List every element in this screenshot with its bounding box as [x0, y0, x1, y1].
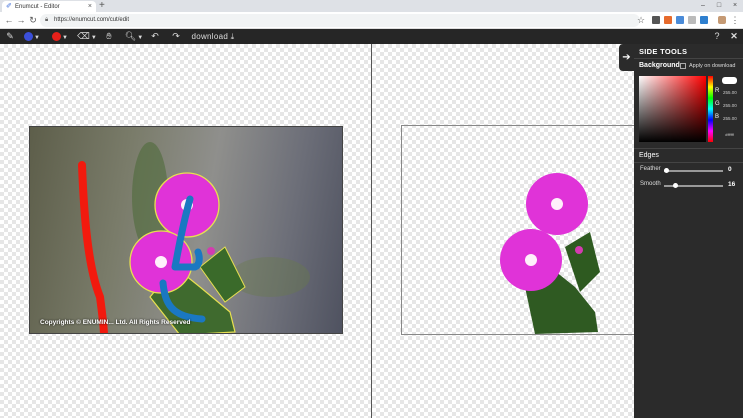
browser-menu-icon[interactable]: ⋮ — [729, 14, 741, 26]
smooth-slider[interactable] — [664, 183, 723, 188]
green-label: G — [715, 101, 720, 107]
blue-label: B — [715, 114, 720, 120]
feather-value: 0 — [728, 166, 732, 173]
new-tab-button[interactable]: + — [99, 0, 105, 12]
divider — [634, 162, 743, 163]
browser-tab[interactable]: ✐ Enumcut - Editor × — [2, 1, 96, 12]
cutout-result-image — [500, 173, 600, 334]
zoom-button[interactable]: 🔍︎▼ — [124, 29, 144, 44]
lock-icon: 🔒︎ — [45, 17, 49, 23]
extension-icon[interactable] — [688, 16, 696, 24]
source-image-canvas[interactable]: Copyrights © ENUMIN... Ltd. All Rights R… — [29, 126, 343, 334]
reload-icon[interactable]: ↻ — [27, 14, 39, 26]
copyright-watermark: Copyrights © ENUMIN... Ltd. All Rights R… — [40, 319, 191, 326]
tab-close-icon[interactable]: × — [88, 3, 92, 10]
green-value-input[interactable]: 255.00 — [723, 103, 737, 108]
back-arrow-icon[interactable]: ← — [3, 14, 15, 26]
hue-slider[interactable] — [708, 76, 713, 142]
edges-label: Edges — [639, 152, 659, 159]
brush-color-dot — [24, 32, 34, 42]
side-tools-title: SIDE TOOLS — [639, 47, 688, 56]
remove-stroke — [78, 161, 108, 333]
split-divider[interactable] — [371, 44, 372, 418]
canvas-workspace[interactable]: Copyrights © ENUMIN... Ltd. All Rights R… — [0, 44, 634, 418]
hand-pan-icon[interactable]: ✋︎ — [103, 29, 115, 44]
extension-icon[interactable] — [664, 16, 672, 24]
download-label: download — [191, 32, 229, 41]
smooth-label: Smooth — [640, 181, 661, 187]
extension-icon[interactable] — [652, 16, 660, 24]
extension-icon[interactable] — [676, 16, 684, 24]
maximize-button[interactable]: □ — [711, 0, 727, 12]
feather-label: Feather — [640, 166, 661, 172]
redo-icon[interactable]: ↷ — [170, 29, 182, 44]
smooth-slider-knob[interactable] — [673, 183, 678, 188]
remove-brush-button[interactable]: ▼ — [49, 29, 71, 44]
close-window-button[interactable]: × — [727, 0, 743, 12]
download-icon: ⤓ — [230, 32, 235, 41]
extension-icon[interactable] — [700, 16, 708, 24]
close-editor-icon[interactable]: ✕ — [728, 29, 740, 44]
source-image-drawing — [78, 142, 310, 333]
help-icon[interactable]: ? — [711, 29, 723, 44]
red-label: R — [715, 88, 720, 94]
editor-toolbar: ✎ ▼ ▼ ⌫▼ ✋︎ 🔍︎▼ ↶ ↷ download ⤓ ? ✕ — [0, 29, 743, 44]
marker-color-dot — [52, 32, 62, 42]
background-color-swatch[interactable] — [722, 77, 737, 84]
feather-slider[interactable] — [664, 168, 723, 173]
side-panel-toggle-arrow-icon[interactable]: ➔ — [619, 44, 634, 71]
divider — [634, 58, 743, 59]
color-picker-saturation-area[interactable] — [639, 76, 706, 142]
feather-slider-knob[interactable] — [664, 168, 669, 173]
address-bar: ← → ↻ 🔒︎ https://enumcut.com/cut/edit ☆ … — [0, 12, 743, 29]
url-input[interactable]: 🔒︎ https://enumcut.com/cut/edit — [40, 14, 640, 27]
background-label: Background — [639, 62, 680, 69]
keep-brush-button[interactable]: ▼ — [21, 29, 43, 44]
blue-value-input[interactable]: 255.00 — [723, 116, 737, 121]
forward-arrow-icon[interactable]: → — [15, 14, 27, 26]
eyedropper-icon[interactable]: ✎ — [4, 29, 16, 44]
apply-on-download-label: Apply on download — [689, 63, 736, 69]
smooth-value: 16 — [728, 181, 736, 188]
browser-tab-bar: ✐ Enumcut - Editor × + – □ × — [0, 0, 743, 12]
bookmark-star-icon[interactable]: ☆ — [635, 14, 647, 26]
divider — [634, 148, 743, 149]
enumcut-favicon-icon: ✐ — [6, 2, 12, 10]
apply-on-download-checkbox[interactable] — [680, 63, 686, 69]
side-tools-panel: SIDE TOOLS Background Apply on download … — [634, 44, 743, 418]
profile-avatar[interactable] — [718, 16, 726, 24]
hex-value-input[interactable]: #ffffff — [722, 132, 737, 138]
url-text: https://enumcut.com/cut/edit — [54, 17, 130, 23]
minimize-button[interactable]: – — [695, 0, 711, 12]
red-value-input[interactable]: 255.00 — [723, 90, 737, 95]
tab-title: Enumcut - Editor — [15, 3, 60, 10]
undo-icon[interactable]: ↶ — [149, 29, 161, 44]
download-button[interactable]: download ⤓ — [188, 29, 238, 44]
eraser-button[interactable]: ⌫▼ — [77, 29, 97, 44]
